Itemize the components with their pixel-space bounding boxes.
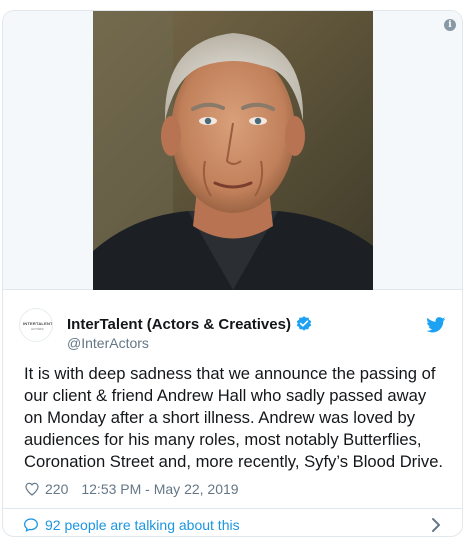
conversation-link[interactable]: 92 people are talking about this — [3, 509, 462, 536]
tweet-media[interactable]: i — [3, 11, 462, 290]
avatar-logo-subtext: ACTORS — [31, 327, 44, 331]
author-display-name[interactable]: InterTalent (Actors & Creatives) — [67, 316, 291, 333]
info-icon[interactable]: i — [444, 19, 456, 31]
chevron-right-icon[interactable] — [430, 517, 442, 533]
talking-about-this-label[interactable]: 92 people are talking about this — [45, 517, 240, 533]
like-count[interactable]: 220 — [45, 481, 68, 497]
profile-photo[interactable] — [93, 11, 373, 290]
tweet-timestamp[interactable]: 12:53 PM - May 22, 2019 — [81, 481, 238, 497]
avatar-logo-text: INTERTALENT — [23, 321, 53, 326]
embedded-tweet-card: i INTERTALENT ACTORS InterTalent (Actors… — [2, 10, 463, 537]
twitter-bird-icon[interactable] — [426, 317, 446, 333]
author-name-row[interactable]: InterTalent (Actors & Creatives) — [67, 314, 313, 334]
tweet-meta: 220 12:53 PM - May 22, 2019 — [24, 479, 239, 499]
speech-bubble-icon — [24, 518, 38, 532]
heart-icon[interactable] — [24, 481, 40, 497]
tweet-header: INTERTALENT ACTORS InterTalent (Actors &… — [3, 300, 462, 351]
tweet-text: It is with deep sadness that we announce… — [24, 364, 444, 471]
author-handle[interactable]: @InterActors — [67, 335, 149, 351]
avatar[interactable]: INTERTALENT ACTORS — [19, 308, 53, 342]
verified-badge-icon — [296, 316, 312, 331]
